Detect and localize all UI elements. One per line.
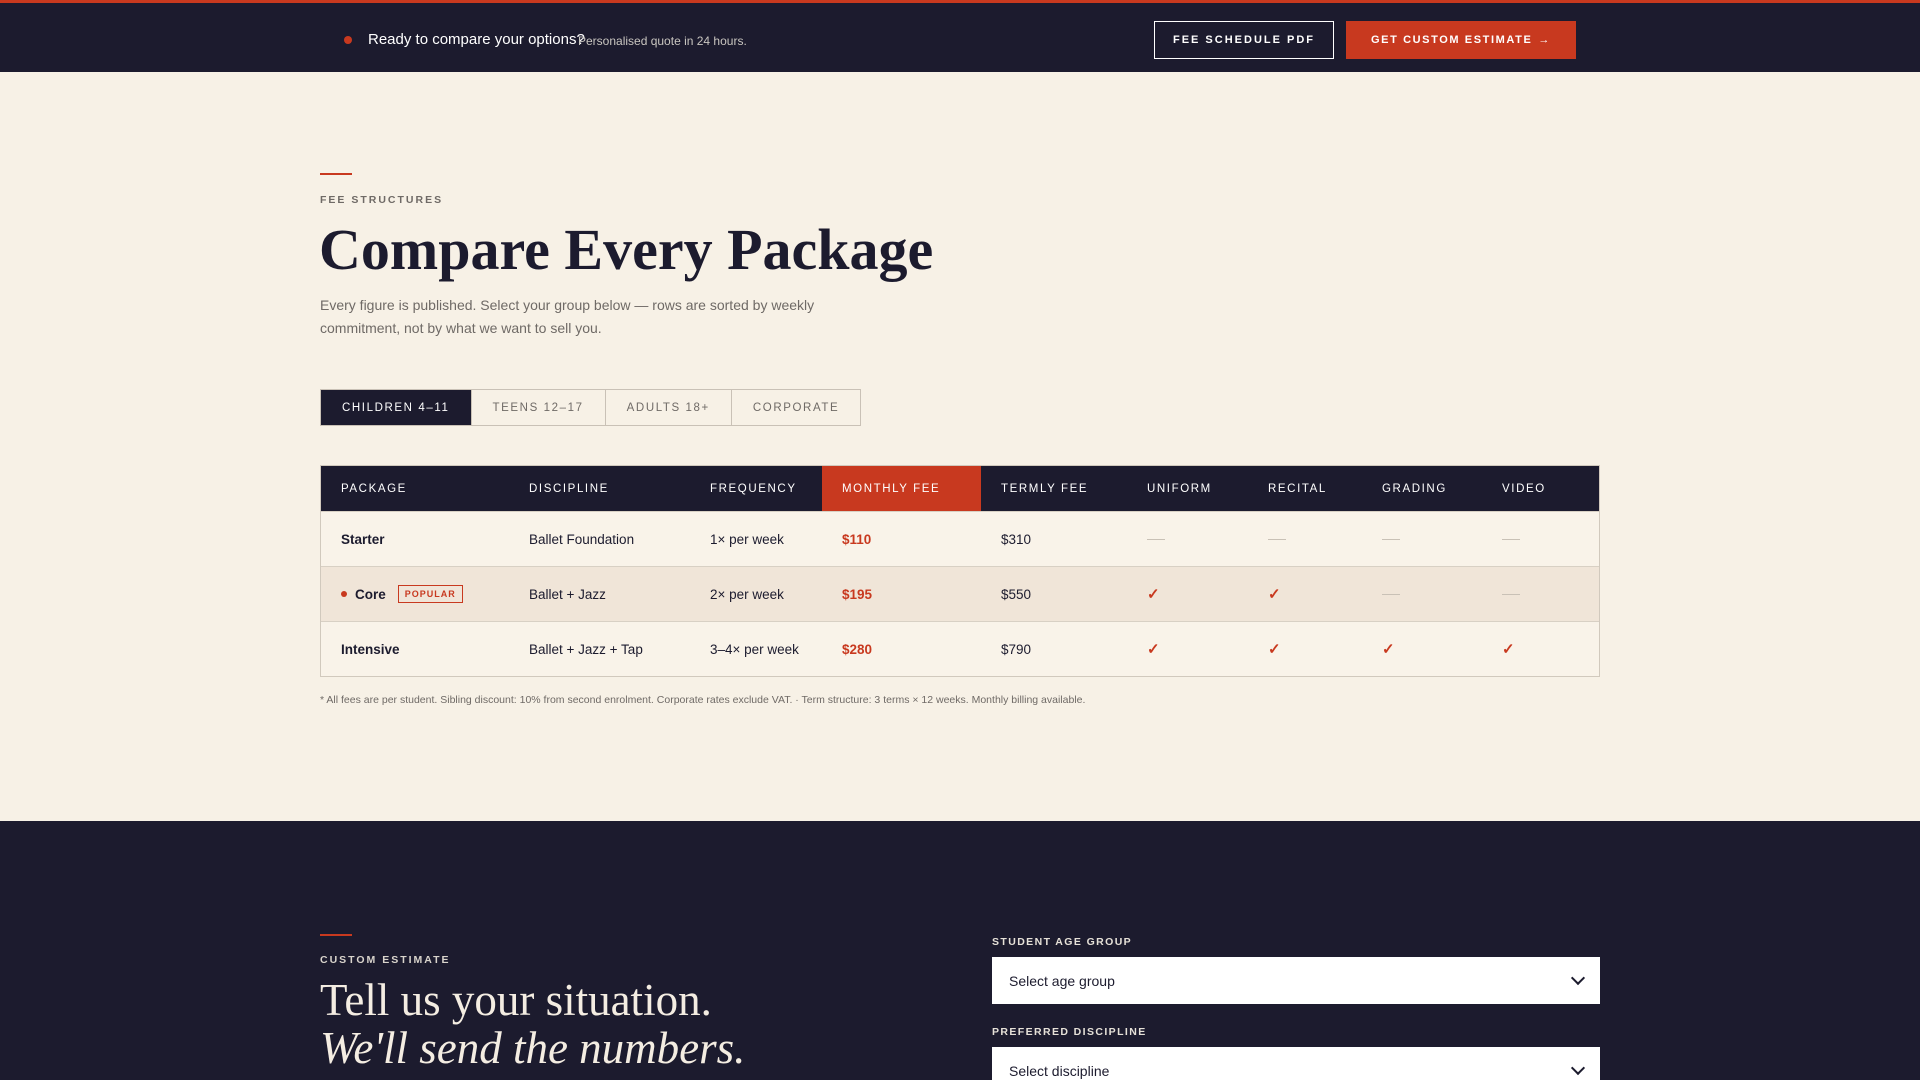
estimate-title-line2: We'll send the numbers. [320,1023,746,1073]
recital-cell [1248,512,1362,566]
discipline-cell: Ballet + Jazz + Tap [529,641,643,657]
section-accent-line [320,173,352,175]
package-cell: Starter [321,512,509,566]
grading-cell [1362,512,1482,566]
column-header-discipline: DISCIPLINE [529,482,609,495]
uniform-cell: ✓ [1127,622,1248,676]
check-icon: ✓ [1147,641,1160,658]
get-custom-estimate-label: GET CUSTOM ESTIMATE [1371,34,1533,46]
video-cell [1482,567,1599,621]
estimate-title-line1: Tell us your situation. [320,975,712,1025]
top-banner: Ready to compare your options? Personali… [0,0,1920,72]
grading-cell: ✓ [1362,622,1482,676]
status-dot-icon [344,36,352,44]
column-header-termly-fee: TERMLY FEE [1001,482,1089,495]
custom-estimate-section [0,821,1920,1080]
package-name: Core [355,586,386,602]
age-group-label: STUDENT AGE GROUP [992,936,1133,948]
discipline-label: PREFERRED DISCIPLINE [992,1026,1147,1038]
monthly-fee-cell: $195 [842,586,873,602]
dash-icon [1502,538,1520,540]
check-icon: ✓ [1382,641,1395,658]
termly-fee-cell: $550 [1001,586,1032,602]
recital-cell: ✓ [1248,567,1362,621]
check-icon: ✓ [1502,641,1515,658]
monthly-fee-cell: $280 [842,641,873,657]
package-name: Intensive [341,641,400,657]
dash-icon [1268,538,1286,540]
chevron-down-icon [1570,970,1586,986]
tab-teens[interactable]: TEENS 12–17 [472,390,606,425]
column-header-package: PACKAGE [341,482,407,495]
dash-icon [1502,593,1520,595]
banner-subtext: Personalised quote in 24 hours. [578,34,747,48]
frequency-cell: 1× per week [710,531,784,547]
dash-icon [1382,593,1400,595]
section-eyebrow: FEE STRUCTURES [320,194,444,206]
uniform-cell: ✓ [1127,567,1248,621]
termly-fee-cell: $790 [1001,641,1032,657]
tab-children[interactable]: CHILDREN 4–11 [321,390,472,425]
uniform-cell [1127,512,1248,566]
arrow-right-icon: → [1538,34,1551,46]
column-header-recital: RECITAL [1268,482,1327,495]
table-row: Core POPULAR Ballet + Jazz 2× per week $195 $… [321,566,1599,621]
dash-icon [1147,538,1165,540]
check-icon: ✓ [1147,586,1160,603]
check-icon: ✓ [1268,641,1281,658]
get-custom-estimate-button[interactable]: GET CUSTOM ESTIMATE → [1346,21,1576,59]
discipline-cell: Ballet Foundation [529,531,635,547]
table-row: Intensive Ballet + Jazz + Tap 3–4× per wee… [321,621,1599,676]
termly-fee-cell: $310 [1001,531,1032,547]
monthly-fee-cell: $110 [842,531,872,547]
video-cell [1482,512,1599,566]
popular-badge: POPULAR [397,585,463,603]
column-header-frequency: FREQUENCY [710,482,797,495]
chevron-down-icon [1570,1060,1586,1076]
check-icon: ✓ [1268,586,1281,603]
tab-corporate[interactable]: CORPORATE [732,390,860,425]
estimate-accent-line [320,934,352,936]
discipline-cell: Ballet + Jazz [529,586,606,602]
table-header: PACKAGE DISCIPLINE FREQUENCY MONTHLY FEE… [321,466,1599,511]
dash-icon [1382,538,1400,540]
section-intro: Every figure is published. Select your g… [320,297,815,336]
fee-schedule-pdf-label: FEE SCHEDULE PDF [1172,34,1315,46]
fee-comparison-table: PACKAGE DISCIPLINE FREQUENCY MONTHLY FEE… [320,465,1600,677]
banner-headline: Ready to compare your options? [368,31,585,48]
column-header-monthly-fee: MONTHLY FEE [822,466,981,511]
column-header-video: VIDEO [1502,482,1546,495]
table-row: Starter Ballet Foundation 1× per week $110 $… [321,511,1599,566]
frequency-cell: 3–4× per week [710,641,799,657]
recital-cell: ✓ [1248,622,1362,676]
page-title: Compare Every Package [319,217,934,282]
grading-cell [1362,567,1482,621]
discipline-select[interactable]: Select discipline [992,1047,1600,1080]
package-cell: Intensive [321,622,509,676]
age-group-value: Select age group [1009,972,1115,989]
popular-dot-icon [341,591,347,597]
column-header-grading: GRADING [1382,482,1447,495]
frequency-cell: 2× per week [710,586,784,602]
estimate-eyebrow: CUSTOM ESTIMATE [320,954,451,966]
tab-adults[interactable]: ADULTS 18+ [606,390,732,425]
table-body: Starter Ballet Foundation 1× per week $110 $… [321,511,1599,676]
age-group-tabs: CHILDREN 4–11 TEENS 12–17 ADULTS 18+ COR… [320,389,862,426]
discipline-value: Select discipline [1009,1062,1110,1079]
video-cell: ✓ [1482,622,1599,676]
package-name: Starter [341,531,385,547]
estimate-title: Tell us your situation. We'll send the n… [320,976,745,1072]
age-group-select[interactable]: Select age group [992,957,1600,1004]
table-footnote: * All fees are per student. Sibling disc… [320,694,1086,706]
fee-schedule-pdf-button[interactable]: FEE SCHEDULE PDF [1154,21,1334,59]
column-header-uniform: UNIFORM [1147,482,1212,495]
package-cell: Core POPULAR [321,567,509,621]
